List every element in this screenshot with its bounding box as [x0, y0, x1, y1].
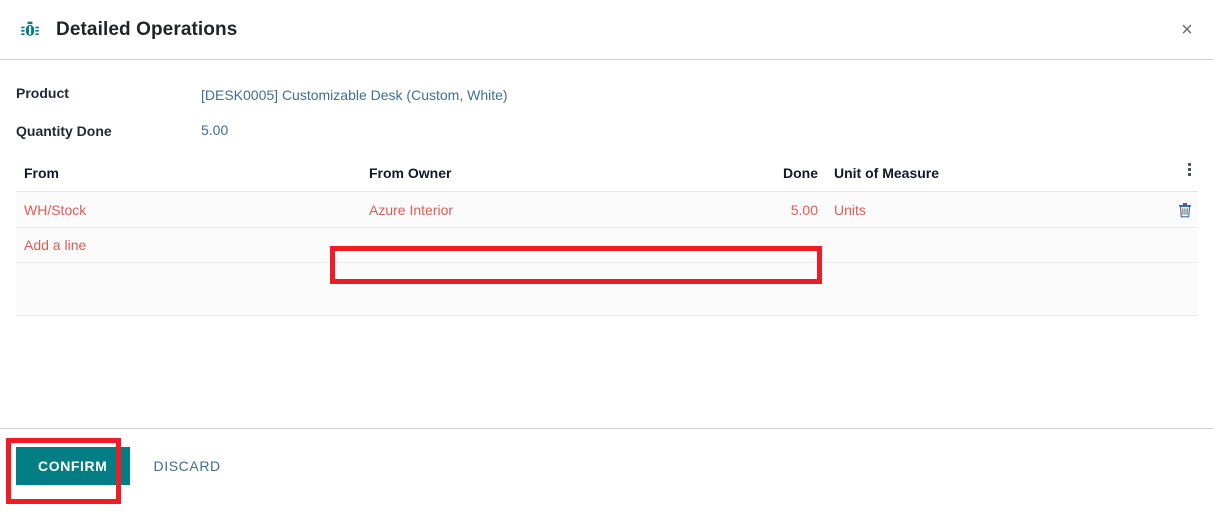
table-body: WH/Stock Azure Interior 5.00 Units Add a…: [16, 191, 1198, 317]
field-product: Product [DESK0005] Customizable Desk (Cu…: [16, 82, 1198, 108]
quantity-done-value: 5.00: [201, 122, 229, 138]
discard-button[interactable]: DISCARD: [146, 448, 229, 484]
confirm-button[interactable]: CONFIRM: [16, 447, 130, 485]
modal-body: Product [DESK0005] Customizable Desk (Cu…: [0, 60, 1214, 317]
column-header-unit-of-measure[interactable]: Unit of Measure: [826, 163, 1156, 192]
optional-columns-button[interactable]: [1156, 163, 1198, 192]
table-filler-row: [16, 262, 1198, 317]
product-value[interactable]: [DESK0005] Customizable Desk (Custom, Wh…: [201, 82, 508, 108]
add-line-row[interactable]: Add a line: [16, 227, 1198, 264]
cell-from[interactable]: WH/Stock: [16, 191, 361, 229]
trash-icon: [1179, 203, 1191, 218]
bug-icon: [21, 21, 39, 36]
field-quantity-done: Quantity Done 5.00: [16, 120, 1198, 141]
delete-row-button[interactable]: [1156, 191, 1198, 229]
product-label: Product: [16, 85, 69, 101]
close-icon[interactable]: ×: [1174, 17, 1200, 43]
detailed-operations-table: From From Owner Done Unit of Measure WH/…: [16, 163, 1198, 317]
quantity-done-label: Quantity Done: [16, 123, 112, 139]
table-header-row: From From Owner Done Unit of Measure: [16, 163, 1198, 192]
modal-header: Detailed Operations ×: [0, 0, 1214, 60]
table-row[interactable]: WH/Stock Azure Interior 5.00 Units: [16, 191, 1198, 229]
cell-done[interactable]: 5.00: [741, 191, 826, 229]
cell-from-owner[interactable]: Azure Interior: [361, 191, 741, 229]
vertical-dots-icon: [1188, 163, 1192, 178]
column-header-done[interactable]: Done: [741, 163, 826, 192]
column-header-from-owner[interactable]: From Owner: [361, 163, 741, 192]
add-a-line-button[interactable]: Add a line: [16, 227, 1198, 264]
modal-title: Detailed Operations: [56, 18, 238, 40]
table-filler-cell: [16, 262, 1198, 317]
detailed-operations-table-wrap: From From Owner Done Unit of Measure WH/…: [16, 163, 1198, 317]
column-header-from[interactable]: From: [16, 163, 361, 192]
cell-unit-of-measure[interactable]: Units: [826, 191, 1156, 229]
modal-footer: CONFIRM DISCARD: [0, 428, 1214, 485]
table-header: From From Owner Done Unit of Measure: [16, 163, 1198, 192]
